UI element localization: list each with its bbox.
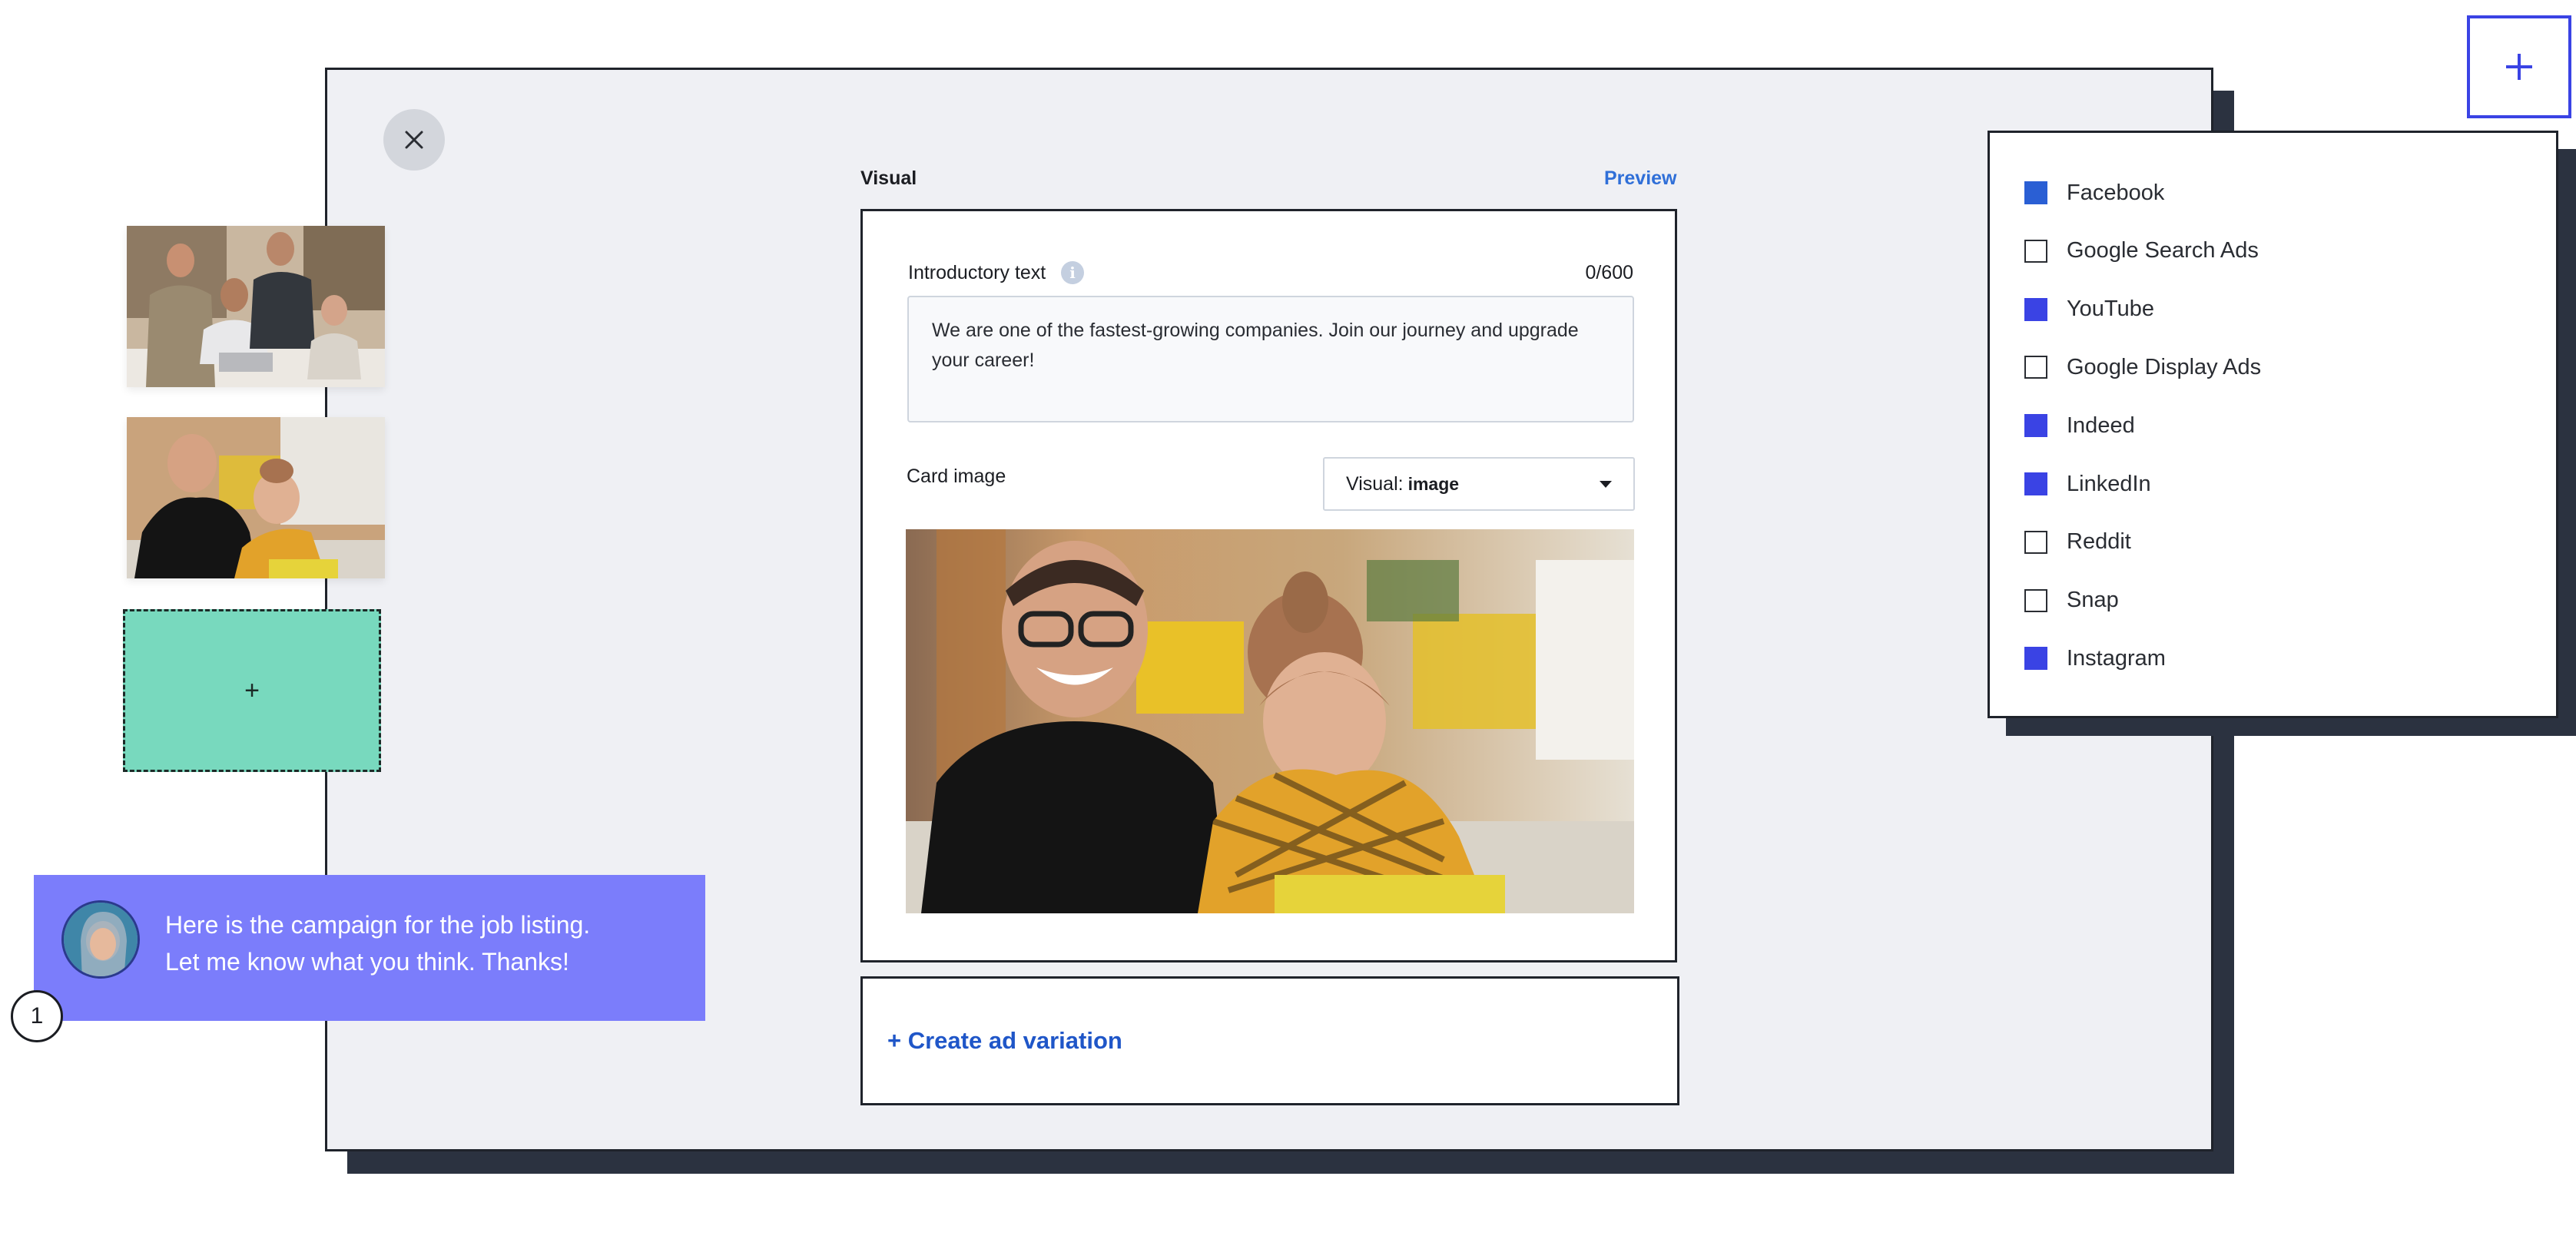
avatar — [61, 900, 140, 979]
channel-label: Reddit — [2067, 529, 2131, 555]
channel-option[interactable]: YouTube — [2024, 296, 2154, 323]
checkbox[interactable] — [2024, 588, 2047, 612]
chevron-down-icon — [1600, 480, 1612, 488]
thumbnail-selected-photo[interactable] — [127, 417, 385, 578]
channel-label: Indeed — [2067, 412, 2135, 438]
card-image-preview — [906, 529, 1634, 913]
channel-option[interactable]: Instagram — [2024, 644, 2166, 672]
channel-label: YouTube — [2067, 297, 2154, 322]
channel-option[interactable]: Snap — [2024, 587, 2119, 615]
character-counter: 0/600 — [1585, 262, 1633, 283]
chat-message-text: Here is the campaign for the job listing… — [165, 906, 590, 980]
select-value: image — [1407, 473, 1460, 494]
close-icon — [405, 131, 423, 149]
step-badge: 1 — [11, 990, 63, 1042]
chat-line-1: Here is the campaign for the job listing… — [165, 911, 591, 939]
channel-label: Snap — [2067, 588, 2119, 613]
channel-label: Instagram — [2067, 645, 2166, 671]
thumbnail-team-photo[interactable] — [127, 226, 385, 387]
add-image-tile[interactable]: + — [123, 609, 381, 772]
checkbox[interactable] — [2024, 181, 2047, 204]
chat-line-2: Let me know what you think. Thanks! — [165, 948, 569, 976]
checkbox[interactable] — [2024, 239, 2047, 263]
visual-type-select[interactable]: Visual: image — [1323, 457, 1635, 511]
intro-text-field[interactable]: We are one of the fastest-growing compan… — [907, 296, 1634, 422]
channel-label: Facebook — [2067, 180, 2165, 205]
preview-link[interactable]: Preview — [1604, 167, 1677, 190]
channel-option[interactable]: LinkedIn — [2024, 470, 2151, 498]
card-image-label: Card image — [907, 465, 1006, 487]
channel-option[interactable]: Reddit — [2024, 528, 2131, 556]
select-prefix: Visual: — [1346, 472, 1404, 495]
intro-text-label: Introductory text — [908, 262, 1046, 283]
channel-option[interactable]: Google Display Ads — [2024, 353, 2261, 381]
info-icon[interactable]: i — [1061, 261, 1084, 284]
section-title: Visual — [860, 167, 917, 189]
plus-icon — [2506, 54, 2532, 80]
checkbox[interactable] — [2024, 297, 2047, 321]
checkbox[interactable] — [2024, 647, 2047, 671]
channel-option[interactable]: Google Search Ads — [2024, 237, 2259, 265]
checkbox[interactable] — [2024, 472, 2047, 495]
channel-label: Google Display Ads — [2067, 354, 2262, 379]
checkbox[interactable] — [2024, 414, 2047, 438]
channel-label: Google Search Ads — [2067, 238, 2259, 263]
create-variation-button[interactable]: + Create ad variation — [887, 1027, 1122, 1055]
close-button[interactable] — [383, 109, 445, 171]
channel-label: LinkedIn — [2067, 471, 2151, 496]
checkbox[interactable] — [2024, 530, 2047, 554]
channel-option[interactable]: Facebook — [2024, 179, 2164, 207]
checkbox[interactable] — [2024, 356, 2047, 379]
add-button[interactable] — [2467, 15, 2571, 118]
channel-option[interactable]: Indeed — [2024, 412, 2135, 439]
